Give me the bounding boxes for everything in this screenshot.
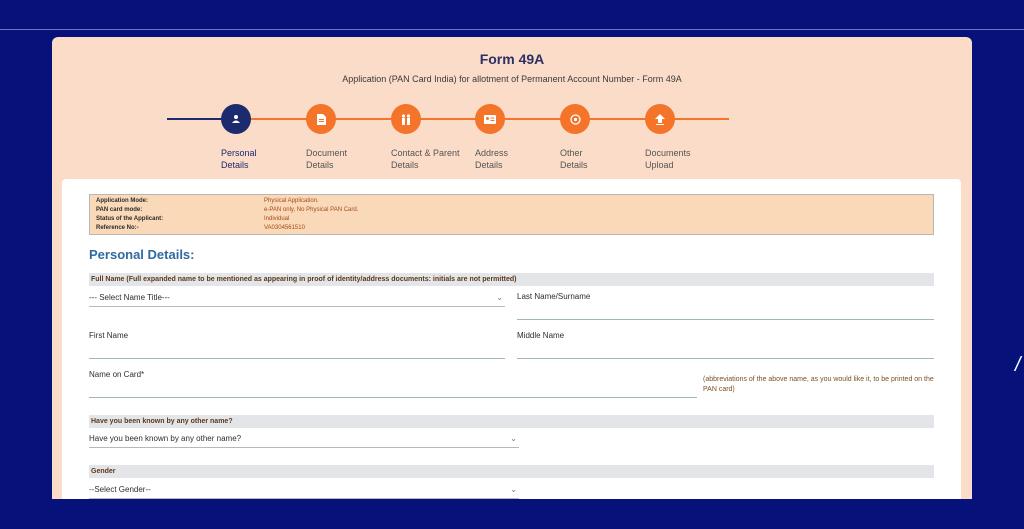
name-on-card-hint: (abbreviations of the above name, as you… [703,376,934,393]
application-info-box: Application Mode: Physical Application. … [89,194,934,235]
info-value: Physical Application. [264,198,319,204]
user-icon [221,104,251,134]
chevron-down-icon: ⌄ [496,293,503,302]
first-name-label: First Name [89,331,129,340]
name-title-select[interactable]: --- Select Name Title--- ⌄ [89,291,505,307]
step-contact-parent-details[interactable]: Contact & Parent Details [391,104,471,171]
middle-name-field[interactable]: Middle Name [517,331,934,359]
chevron-down-icon: ⌄ [510,485,517,494]
bottom-bar [0,499,1024,529]
first-name-field[interactable]: First Name [89,331,505,359]
info-label: Reference No:- [96,225,139,231]
step-label-line1: Documents [645,148,691,158]
form-panel: Application Mode: Physical Application. … [62,179,961,509]
info-label: Status of the Applicant: [96,216,164,222]
other-name-select[interactable]: Have you been known by any other name? ⌄ [89,432,519,448]
info-row: Application Mode: Physical Application. [96,197,927,206]
other-name-select-value: Have you been known by any other name? [89,434,242,443]
info-label: Application Mode: [96,198,148,204]
step-label-line2: Details [560,160,588,170]
chevron-down-icon: ⌄ [510,434,517,443]
info-row: Reference No:- VA0304561510 [96,224,927,233]
info-value: Individual [264,216,290,222]
address-card-icon [475,104,505,134]
info-row: PAN card mode: e-PAN only, No Physical P… [96,206,927,215]
step-label-line1: Other [560,148,583,158]
page-title: Form 49A [479,51,545,67]
document-icon [306,104,336,134]
last-name-label: Last Name/Surname [517,292,591,301]
step-label-line2: Details [221,160,249,170]
section-title: Personal Details: [89,247,195,262]
step-label-line2: Upload [645,160,674,170]
step-label-line1: Document [306,148,348,158]
family-icon [391,104,421,134]
middle-name-label: Middle Name [517,331,565,340]
full-name-section-bar: Full Name (Full expanded name to be ment… [89,273,934,286]
step-document-details[interactable]: Document Details [306,104,386,171]
step-documents-upload[interactable]: Documents Upload [645,104,725,171]
step-label-line2: Details [475,160,503,170]
other-name-section-bar: Have you been known by any other name? [89,415,934,428]
gender-section-bar: Gender [89,465,934,478]
last-name-field[interactable]: Last Name/Surname [517,292,934,320]
step-personal-details[interactable]: Personal Details [221,104,301,171]
step-address-details[interactable]: Address Details [475,104,555,171]
step-label-line1: Contact & Parent [391,148,460,158]
step-label-line2: Details [391,160,419,170]
name-on-card-label: Name on Card* [89,370,145,379]
info-label: PAN card mode: [96,207,143,213]
info-row: Status of the Applicant: Individual [96,215,927,224]
name-title-select-value: --- Select Name Title--- [89,293,170,302]
side-decoration: / [1015,354,1021,376]
target-icon [560,104,590,134]
step-label-line2: Details [306,160,334,170]
info-value: VA0304561510 [264,225,305,231]
info-value: e-PAN only, No Physical PAN Card. [264,207,359,213]
page-subtitle: Application (PAN Card India) for allotme… [342,74,682,84]
step-label-line1: Personal [221,148,257,158]
step-other-details[interactable]: Other Details [560,104,640,171]
name-on-card-field[interactable]: Name on Card* [89,370,697,398]
upload-icon [645,104,675,134]
gender-select-value: --Select Gender-- [89,485,151,494]
step-label-line1: Address [475,148,509,158]
top-divider-line [0,29,1024,30]
gender-select[interactable]: --Select Gender-- ⌄ [89,483,519,499]
